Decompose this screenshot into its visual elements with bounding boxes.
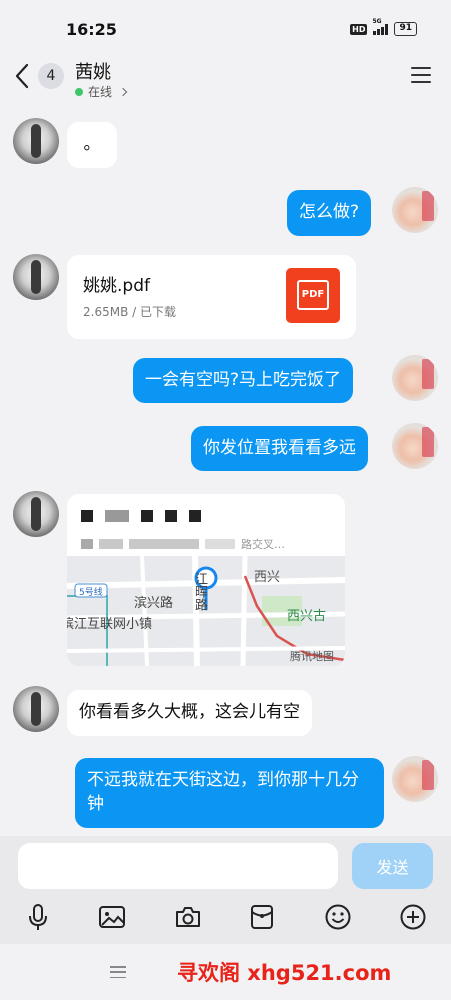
- location-title-blurred: [81, 510, 201, 522]
- contact-name[interactable]: 茜姚: [75, 58, 111, 84]
- input-area: 发送: [0, 836, 451, 944]
- menu-line: [411, 81, 431, 83]
- camera-icon[interactable]: [173, 902, 203, 932]
- status-icons: HD 5G 91: [350, 18, 417, 36]
- location-address: 路交叉…: [81, 536, 285, 552]
- message-input[interactable]: [18, 843, 338, 889]
- map-label-town: 滨江互联网小镇: [67, 617, 153, 632]
- contact-avatar[interactable]: [13, 686, 59, 732]
- message-bubble-out[interactable]: 怎么做?: [287, 190, 372, 236]
- back-button[interactable]: [12, 62, 34, 90]
- contact-avatar[interactable]: [13, 118, 59, 164]
- network-type: 5G: [372, 17, 382, 25]
- online-status-text: 在线: [88, 85, 113, 99]
- battery-icon: 91: [394, 22, 417, 36]
- message-bubble-in[interactable]: 你看看多久大概，这会儿有空: [67, 690, 312, 736]
- map-brand: 腾讯地图: [290, 650, 334, 663]
- map-label-poi: 西兴古: [287, 609, 327, 624]
- chat-header: 4 茜姚 在线: [0, 48, 451, 104]
- map-preview: 5号线 滨兴路 江晖路 西兴 西兴古 滨江互联网小镇 腾讯地图: [67, 555, 345, 666]
- pdf-icon-label: PDF: [297, 280, 329, 310]
- file-name: 姚姚.pdf: [83, 276, 150, 296]
- hd-icon: HD: [350, 23, 368, 35]
- signal-icon: 5G: [372, 18, 389, 35]
- input-toolbar: [0, 902, 451, 932]
- contact-avatar[interactable]: [13, 491, 59, 537]
- watermark-text: 寻欢阁 xhg521.com: [177, 961, 392, 985]
- my-avatar[interactable]: [392, 423, 438, 469]
- map-label-road: 滨兴路: [134, 596, 174, 611]
- message-bubble-out[interactable]: 不远我就在天街这边，到你那十几分钟: [75, 758, 384, 828]
- message-bubble-out[interactable]: 一会有空吗?马上吃完饭了: [133, 358, 354, 403]
- my-avatar[interactable]: [392, 187, 438, 233]
- message-bubble-in[interactable]: 。: [67, 122, 117, 168]
- online-status[interactable]: 在线: [75, 83, 128, 100]
- system-nav-bar: 寻欢阁 xhg521.com: [0, 944, 451, 1000]
- menu-line: [411, 67, 431, 69]
- my-avatar[interactable]: [392, 756, 438, 802]
- plus-icon[interactable]: [398, 902, 428, 932]
- file-message-card[interactable]: 姚姚.pdf 2.65MB / 已下载 PDF: [67, 255, 356, 339]
- file-meta: 2.65MB / 已下载: [83, 305, 176, 319]
- message-bubble-out[interactable]: 你发位置我看看多远: [191, 426, 368, 471]
- image-icon[interactable]: [97, 902, 127, 932]
- online-dot-icon: [75, 87, 83, 96]
- menu-line: [411, 74, 431, 76]
- menu-button[interactable]: [411, 67, 431, 83]
- unread-count-badge[interactable]: 4: [38, 63, 64, 89]
- chevron-right-icon: [118, 87, 128, 96]
- map-label-road: 江晖路: [192, 572, 207, 611]
- red-packet-icon[interactable]: [247, 902, 277, 932]
- mic-icon[interactable]: [23, 902, 53, 932]
- location-message-card[interactable]: 路交叉… 5号线 滨兴路 江晖路 西兴 西兴古 滨江互联网小镇 腾讯地图: [67, 494, 345, 666]
- status-bar: 16:25 HD 5G 91: [0, 0, 451, 48]
- status-time: 16:25: [66, 20, 117, 39]
- address-suffix: 路交叉…: [241, 538, 285, 551]
- chevron-left-icon: [15, 63, 29, 89]
- contact-avatar[interactable]: [13, 254, 59, 300]
- emoji-icon[interactable]: [323, 902, 353, 932]
- pdf-file-icon: PDF: [286, 268, 340, 323]
- send-button[interactable]: 发送: [352, 843, 433, 889]
- my-avatar[interactable]: [392, 355, 438, 401]
- nav-menu-icon[interactable]: [110, 966, 126, 978]
- map-label-line: 5号线: [79, 588, 103, 598]
- map-label-area: 西兴: [254, 570, 281, 585]
